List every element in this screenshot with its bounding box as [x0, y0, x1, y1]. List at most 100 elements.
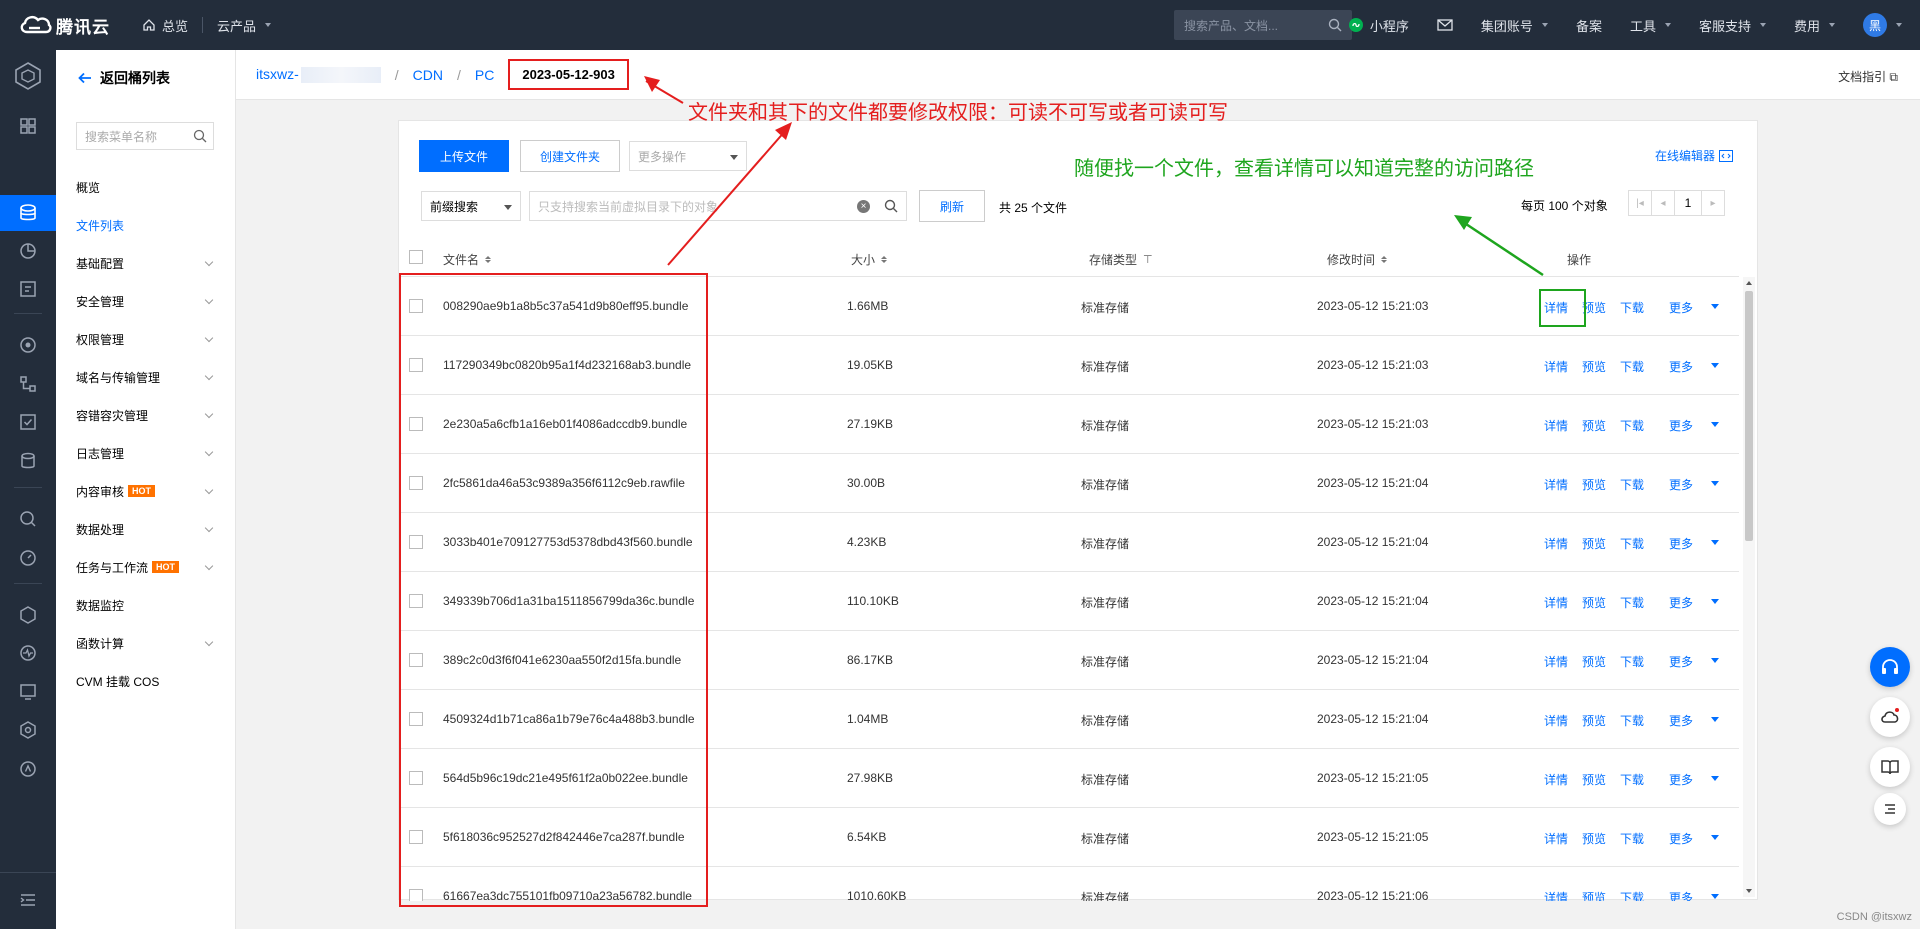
- preview-link[interactable]: 预览: [1582, 417, 1606, 434]
- chevron-down-icon[interactable]: [1711, 776, 1719, 781]
- prefix-search-select[interactable]: 前缀搜索: [421, 191, 521, 221]
- fees-menu[interactable]: 费用: [1794, 0, 1835, 50]
- breadcrumb-bucket[interactable]: itsxwz-: [256, 66, 381, 84]
- filter-icon[interactable]: ⊤: [1143, 253, 1153, 266]
- sidebar-item[interactable]: 任务与工作流 HOT: [76, 548, 216, 586]
- chevron-down-icon[interactable]: [1711, 481, 1719, 486]
- checklist-icon[interactable]: [16, 410, 40, 434]
- sidebar-item[interactable]: 基础配置: [76, 244, 216, 282]
- doc-guide-link[interactable]: 文档指引 ⧉: [1838, 68, 1898, 85]
- sidebar-item[interactable]: 数据监控: [76, 586, 216, 624]
- chevron-down-icon[interactable]: [1711, 304, 1719, 309]
- network-icon[interactable]: [16, 372, 40, 396]
- more-menu[interactable]: 更多: [1669, 358, 1693, 375]
- preview-link[interactable]: 预览: [1582, 535, 1606, 552]
- messages-button[interactable]: [1437, 0, 1453, 50]
- pie-chart-icon[interactable]: [16, 239, 40, 263]
- detail-link[interactable]: 详情: [1544, 417, 1568, 434]
- monitor-icon[interactable]: [16, 680, 40, 704]
- sidebar-item[interactable]: 容错容灾管理: [76, 396, 216, 434]
- detail-link[interactable]: 详情: [1544, 771, 1568, 788]
- more-menu[interactable]: 更多: [1669, 889, 1693, 901]
- detail-link[interactable]: 详情: [1544, 358, 1568, 375]
- target-icon[interactable]: [16, 333, 40, 357]
- more-menu[interactable]: 更多: [1669, 476, 1693, 493]
- storage-icon[interactable]: [16, 201, 40, 225]
- more-menu[interactable]: 更多: [1669, 830, 1693, 847]
- select-all-checkbox[interactable]: [409, 250, 423, 264]
- support-menu[interactable]: 客服支持: [1699, 0, 1766, 50]
- cube-icon[interactable]: [12, 60, 44, 92]
- group-account-menu[interactable]: 集团账号: [1481, 0, 1548, 50]
- hexagon-icon[interactable]: [16, 603, 40, 627]
- gauge-icon[interactable]: [16, 546, 40, 570]
- chevron-down-icon[interactable]: [1711, 894, 1719, 899]
- preview-link[interactable]: 预览: [1582, 771, 1606, 788]
- global-search-input[interactable]: 搜索产品、文档...: [1174, 10, 1352, 40]
- object-search-input[interactable]: 只支持搜索当前虚拟目录下的对象 ×: [529, 191, 907, 221]
- preview-link[interactable]: 预览: [1582, 358, 1606, 375]
- breadcrumb-cdn[interactable]: CDN: [413, 67, 443, 83]
- more-menu[interactable]: 更多: [1669, 771, 1693, 788]
- toolbar-toggle-button[interactable]: [1874, 793, 1906, 825]
- col-header-modified[interactable]: 修改时间: [1327, 251, 1388, 268]
- first-page-icon[interactable]: |◂: [1628, 190, 1652, 216]
- products-menu[interactable]: 云产品: [217, 0, 272, 50]
- refresh-button[interactable]: 刷新: [919, 190, 985, 222]
- more-menu[interactable]: 更多: [1669, 653, 1693, 670]
- back-to-bucket-list[interactable]: 返回桶列表: [78, 68, 170, 88]
- preview-link[interactable]: 预览: [1582, 889, 1606, 901]
- scroll-down-icon[interactable]: [1746, 889, 1752, 893]
- breadcrumb-pc[interactable]: PC: [475, 67, 494, 83]
- col-header-storage[interactable]: 存储类型 ⊤: [1089, 251, 1153, 268]
- badge-icon[interactable]: [16, 757, 40, 781]
- col-header-name[interactable]: 文件名: [443, 251, 492, 268]
- chevron-down-icon[interactable]: [1711, 540, 1719, 545]
- preview-link[interactable]: 预览: [1582, 830, 1606, 847]
- settings-icon[interactable]: [16, 718, 40, 742]
- search-icon[interactable]: [884, 199, 898, 213]
- detail-link[interactable]: 详情: [1544, 712, 1568, 729]
- detail-link[interactable]: 详情: [1544, 889, 1568, 901]
- preview-link[interactable]: 预览: [1582, 594, 1606, 611]
- scrollbar-thumb[interactable]: [1745, 291, 1753, 541]
- detail-link[interactable]: 详情: [1544, 476, 1568, 493]
- menu-search-input[interactable]: 搜索菜单名称: [76, 122, 214, 150]
- sidebar-item[interactable]: 日志管理: [76, 434, 216, 472]
- chevron-down-icon[interactable]: [1711, 717, 1719, 722]
- download-link[interactable]: 下载: [1620, 358, 1644, 375]
- tools-menu[interactable]: 工具: [1630, 0, 1671, 50]
- sidebar-item[interactable]: 数据处理: [76, 510, 216, 548]
- table-scrollbar[interactable]: [1743, 277, 1755, 897]
- detail-link[interactable]: 详情: [1544, 594, 1568, 611]
- mini-program-link[interactable]: 小程序: [1348, 0, 1409, 50]
- download-link[interactable]: 下载: [1620, 476, 1644, 493]
- download-link[interactable]: 下载: [1620, 889, 1644, 901]
- sidebar-item[interactable]: 安全管理: [76, 282, 216, 320]
- preview-link[interactable]: 预览: [1582, 653, 1606, 670]
- next-page-icon[interactable]: ▸: [1701, 190, 1725, 216]
- cloud-assistant-button[interactable]: [1870, 697, 1910, 737]
- docs-button[interactable]: [1870, 747, 1910, 787]
- account-menu[interactable]: 黑: [1863, 0, 1902, 50]
- search-icon[interactable]: [193, 129, 207, 143]
- more-menu[interactable]: 更多: [1669, 535, 1693, 552]
- page-number-input[interactable]: 1: [1674, 190, 1702, 216]
- tencent-cloud-logo[interactable]: 腾讯云: [0, 13, 130, 38]
- download-link[interactable]: 下载: [1620, 299, 1644, 316]
- scroll-up-icon[interactable]: [1746, 281, 1752, 285]
- download-link[interactable]: 下载: [1620, 535, 1644, 552]
- sidebar-item[interactable]: 权限管理: [76, 320, 216, 358]
- online-editor-link[interactable]: 在线编辑器: [1655, 147, 1733, 164]
- dashboard-icon[interactable]: [16, 114, 40, 138]
- detail-link[interactable]: 详情: [1544, 653, 1568, 670]
- detail-link[interactable]: 详情: [1544, 830, 1568, 847]
- more-menu[interactable]: 更多: [1669, 417, 1693, 434]
- download-link[interactable]: 下载: [1620, 653, 1644, 670]
- sidebar-item[interactable]: 内容审核 HOT: [76, 472, 216, 510]
- sidebar-item[interactable]: CVM 挂载 COS: [76, 662, 216, 700]
- chevron-down-icon[interactable]: [1711, 658, 1719, 663]
- detail-link[interactable]: 详情: [1544, 535, 1568, 552]
- activity-icon[interactable]: [16, 641, 40, 665]
- create-folder-button[interactable]: 创建文件夹: [520, 140, 620, 172]
